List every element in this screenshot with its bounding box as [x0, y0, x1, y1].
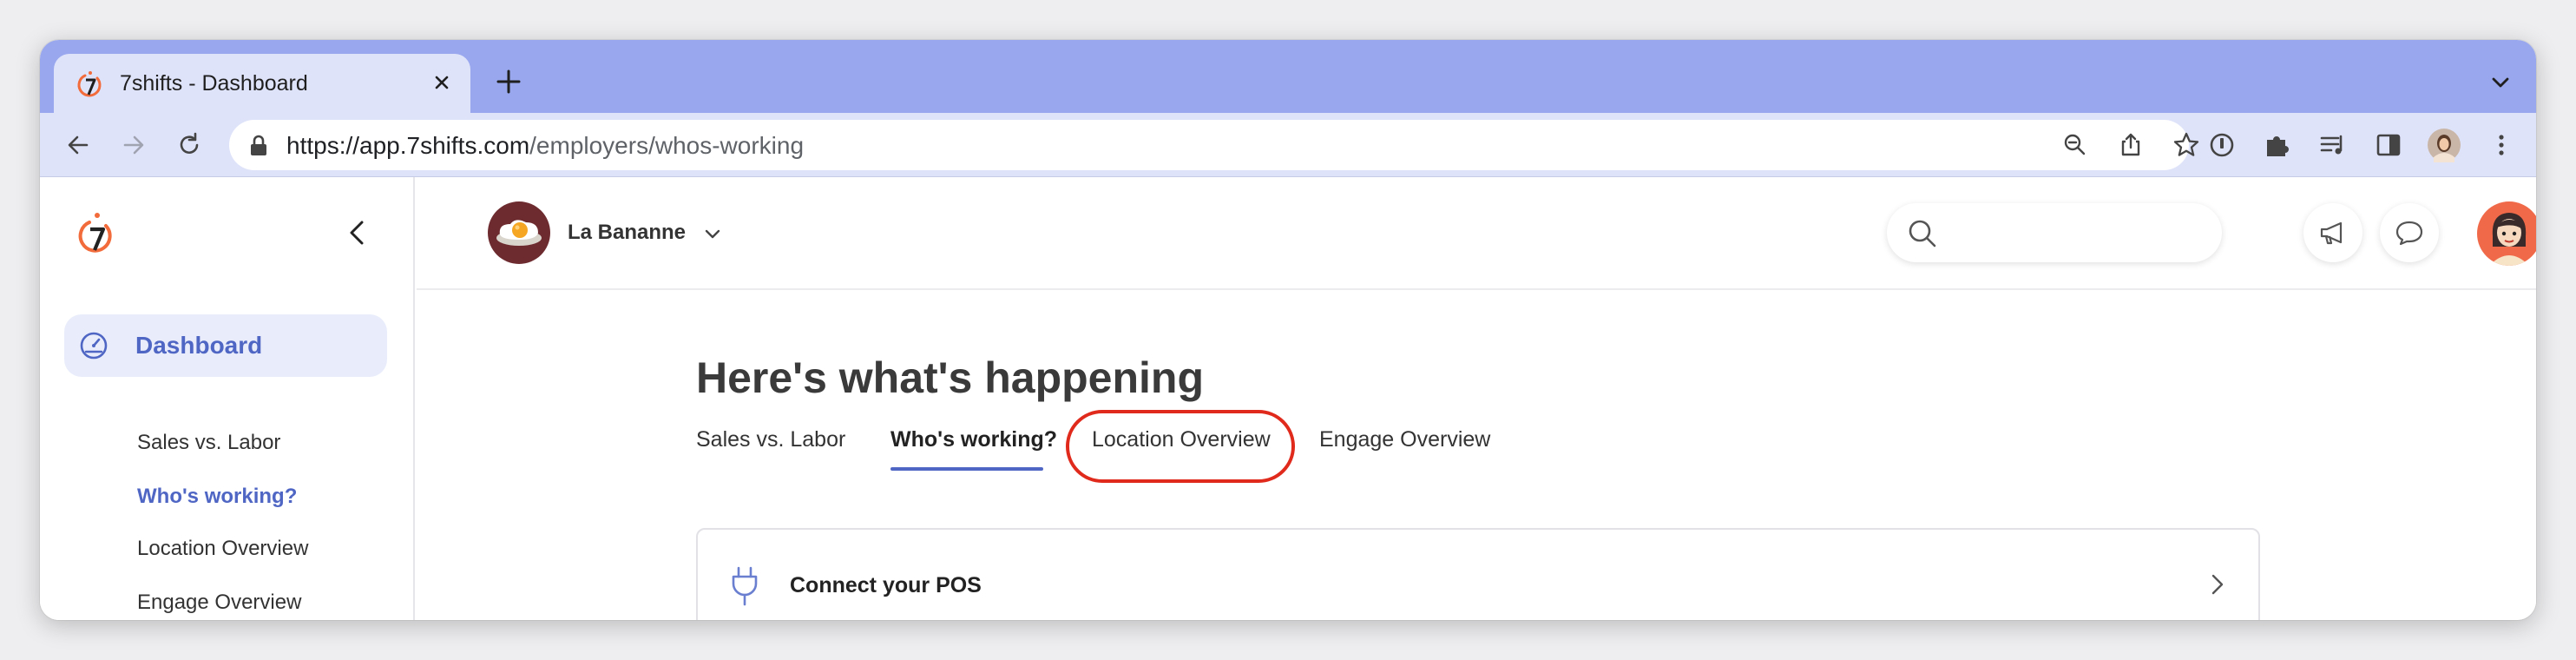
megaphone-icon	[2320, 221, 2343, 245]
password-manager-icon[interactable]	[2206, 129, 2238, 161]
chevron-right-icon[interactable]	[2205, 571, 2231, 597]
fried-egg-icon	[496, 220, 542, 246]
sidebar: Dashboard Sales vs. Labor Who's working?…	[40, 177, 415, 620]
url-host: https://app.7shifts.com	[286, 132, 530, 159]
plug-icon	[732, 566, 758, 606]
close-tab-icon[interactable]	[427, 68, 457, 97]
app-page: Dashboard Sales vs. Labor Who's working?…	[40, 177, 2536, 620]
browser-tab[interactable]: 7shifts - Dashboard	[54, 54, 470, 113]
collapse-sidebar-chevron-icon[interactable]	[342, 217, 373, 248]
bookmark-star-icon[interactable]	[2172, 130, 2201, 160]
url-text: https://app.7shifts.com/employers/whos-w…	[286, 132, 804, 160]
search-input[interactable]	[1887, 203, 2222, 262]
sidebar-item-whos-working[interactable]: Who's working?	[137, 485, 297, 509]
zoom-out-icon[interactable]	[2060, 130, 2090, 160]
reading-list-icon[interactable]	[2317, 129, 2349, 161]
lock-icon	[251, 135, 266, 155]
tab-title: 7shifts - Dashboard	[120, 71, 308, 96]
extensions-puzzle-icon[interactable]	[2262, 129, 2293, 161]
announcements-button[interactable]	[2303, 203, 2362, 262]
browser-toolbar: https://app.7shifts.com/employers/whos-w…	[40, 113, 2536, 177]
card-title: Connect your POS	[790, 573, 982, 597]
messages-button[interactable]	[2380, 203, 2439, 262]
profile-avatar[interactable]	[2427, 128, 2461, 162]
user-avatar-illustration	[2489, 213, 2529, 266]
7shifts-favicon-icon	[77, 71, 102, 97]
sidebar-item-location-overview[interactable]: Location Overview	[137, 537, 308, 561]
reload-icon[interactable]	[174, 129, 205, 161]
connect-pos-card[interactable]: Connect your POS	[696, 528, 2260, 620]
chat-bubble-icon	[2395, 221, 2423, 246]
location-name[interactable]: La Bananne	[568, 221, 686, 245]
tab-engage-overview[interactable]: Engage Overview	[1319, 427, 1490, 452]
url-path: /employers/whos-working	[529, 132, 805, 159]
sidebar-item-label: Dashboard	[135, 332, 263, 359]
sidebar-item-sales-vs-labor[interactable]: Sales vs. Labor	[137, 431, 280, 455]
address-bar[interactable]: https://app.7shifts.com/employers/whos-w…	[229, 120, 2199, 170]
active-tab-indicator	[890, 467, 1043, 471]
highlight-annotation-circle	[1066, 410, 1295, 483]
chevron-down-icon[interactable]	[701, 222, 724, 245]
browser-window: 7shifts - Dashboard https://app.7shifts.…	[40, 40, 2536, 620]
app-header: La Bananne	[417, 177, 2536, 290]
user-avatar[interactable]	[2477, 201, 2536, 266]
kebab-menu-icon[interactable]	[2486, 129, 2517, 161]
forward-arrow-icon[interactable]	[118, 129, 149, 161]
tab-strip: 7shifts - Dashboard	[40, 40, 2536, 113]
share-icon[interactable]	[2116, 130, 2146, 160]
new-tab-icon[interactable]	[493, 66, 524, 97]
speedometer-icon	[80, 332, 108, 360]
sidebar-item-engage-overview[interactable]: Engage Overview	[137, 591, 301, 615]
sidebar-item-dashboard[interactable]: Dashboard	[64, 314, 387, 377]
side-panel-icon[interactable]	[2373, 129, 2404, 161]
search-icon	[1909, 220, 1936, 248]
page-title: Here's what's happening	[696, 353, 1205, 402]
tab-whos-working[interactable]: Who's working?	[890, 427, 1057, 452]
7shifts-logo-icon	[78, 213, 112, 253]
tab-sales-vs-labor[interactable]: Sales vs. Labor	[696, 427, 845, 452]
location-avatar[interactable]	[488, 201, 550, 264]
back-arrow-icon[interactable]	[62, 129, 94, 161]
tab-search-chevron-icon[interactable]	[2487, 69, 2514, 96]
